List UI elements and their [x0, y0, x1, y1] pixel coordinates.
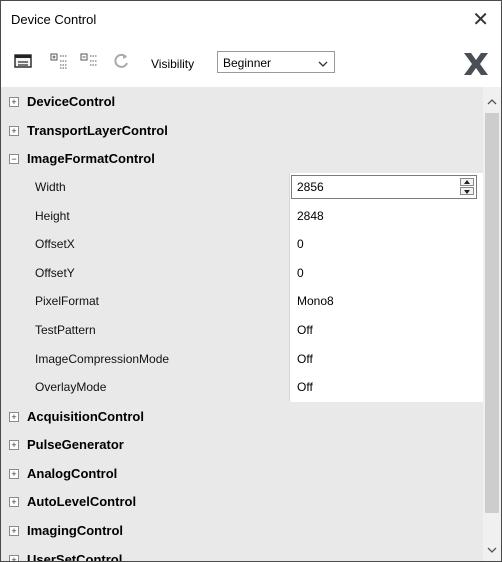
property-name: OffsetY	[35, 266, 75, 280]
category-row-usersetcontrol[interactable]: + UserSetControl	[1, 545, 483, 561]
category-label: ImageFormatControl	[27, 151, 155, 166]
property-name: OffsetX	[35, 237, 75, 251]
property-name: ImageCompressionMode	[35, 352, 170, 366]
properties-view-icon[interactable]	[13, 51, 33, 71]
property-tree: + DeviceControl + TransportLayerControl …	[1, 87, 483, 561]
property-value: Off	[297, 380, 313, 394]
property-row-overlaymode[interactable]: OverlayMode Off	[1, 373, 483, 402]
property-row-offsetx[interactable]: OffsetX 0	[1, 230, 483, 259]
spin-buttons[interactable]	[460, 178, 474, 196]
close-icon[interactable]: ✕	[472, 7, 489, 32]
scrollbar-thumb[interactable]	[485, 113, 499, 513]
category-row-devicecontrol[interactable]: + DeviceControl	[1, 87, 483, 116]
expand-all-icon[interactable]	[49, 51, 69, 71]
title-bar: Device Control ✕	[1, 1, 501, 39]
property-value-cell[interactable]: 2848	[289, 202, 483, 231]
spin-up-icon[interactable]	[460, 178, 474, 186]
category-row-imagingcontrol[interactable]: + ImagingControl	[1, 516, 483, 545]
property-row-testpattern[interactable]: TestPattern Off	[1, 316, 483, 345]
vertical-scrollbar[interactable]	[483, 87, 501, 561]
expand-plus-icon[interactable]: +	[9, 126, 19, 136]
property-value: 2848	[297, 209, 324, 223]
property-value-cell[interactable]: 0	[289, 259, 483, 288]
category-row-autolevelcontrol[interactable]: + AutoLevelControl	[1, 487, 483, 516]
category-row-pulsegenerator[interactable]: + PulseGenerator	[1, 430, 483, 459]
width-spin-input[interactable]: 2856	[291, 175, 477, 199]
category-label: ImagingControl	[27, 523, 124, 538]
property-row-width[interactable]: Width 2856	[1, 173, 483, 202]
property-value: 0	[297, 266, 304, 280]
property-row-imagecompressionmode[interactable]: ImageCompressionMode Off	[1, 345, 483, 374]
category-label: UserSetControl	[27, 552, 123, 561]
category-label: DeviceControl	[27, 94, 116, 109]
property-name: Width	[35, 180, 66, 194]
expand-plus-icon[interactable]: +	[9, 440, 19, 450]
category-label: TransportLayerControl	[27, 123, 168, 138]
device-control-window: Device Control ✕ Visibility Beginner + D…	[0, 0, 502, 562]
expand-plus-icon[interactable]: +	[9, 526, 19, 536]
width-value: 2856	[297, 180, 324, 194]
collapse-all-icon[interactable]	[79, 51, 99, 71]
property-value: Off	[297, 352, 313, 366]
category-row-imageformatcontrol[interactable]: − ImageFormatControl	[1, 144, 483, 173]
scroll-down-icon[interactable]	[487, 543, 497, 553]
expand-plus-icon[interactable]: +	[9, 497, 19, 507]
property-value: Off	[297, 323, 313, 337]
expand-plus-icon[interactable]: +	[9, 97, 19, 107]
collapse-minus-icon[interactable]: −	[9, 154, 19, 164]
property-row-height[interactable]: Height 2848	[1, 202, 483, 231]
scroll-up-icon[interactable]	[487, 95, 497, 105]
property-value-cell[interactable]: 0	[289, 230, 483, 259]
property-value: 0	[297, 237, 304, 251]
expand-plus-icon[interactable]: +	[9, 555, 19, 561]
category-label: AnalogControl	[27, 466, 118, 481]
property-value: Mono8	[297, 294, 334, 308]
cancel-x-icon[interactable]	[461, 51, 491, 80]
property-value-cell[interactable]: Off	[289, 345, 483, 374]
category-label: PulseGenerator	[27, 437, 124, 452]
expand-plus-icon[interactable]: +	[9, 412, 19, 422]
refresh-icon[interactable]	[111, 51, 131, 71]
expand-plus-icon[interactable]: +	[9, 469, 19, 479]
property-value-cell[interactable]: Off	[289, 316, 483, 345]
visibility-value: Beginner	[223, 56, 272, 70]
property-name: PixelFormat	[35, 294, 100, 308]
window-title: Device Control	[11, 12, 97, 27]
spin-down-icon[interactable]	[460, 187, 474, 195]
visibility-select[interactable]: Beginner	[217, 51, 335, 73]
category-label: AutoLevelControl	[27, 494, 137, 509]
property-name: TestPattern	[35, 323, 96, 337]
property-name: Height	[35, 209, 70, 223]
category-row-transportlayercontrol[interactable]: + TransportLayerControl	[1, 116, 483, 145]
category-row-analogcontrol[interactable]: + AnalogControl	[1, 459, 483, 488]
property-row-offsety[interactable]: OffsetY 0	[1, 259, 483, 288]
property-value-cell[interactable]: Off	[289, 373, 483, 402]
visibility-label: Visibility	[151, 57, 195, 71]
property-row-pixelformat[interactable]: PixelFormat Mono8	[1, 287, 483, 316]
chevron-down-icon	[318, 57, 328, 72]
property-name: OverlayMode	[35, 380, 107, 394]
category-label: AcquisitionControl	[27, 409, 144, 424]
property-value-cell[interactable]: Mono8	[289, 287, 483, 316]
category-row-acquisitioncontrol[interactable]: + AcquisitionControl	[1, 402, 483, 431]
toolbar: Visibility Beginner	[1, 39, 501, 87]
